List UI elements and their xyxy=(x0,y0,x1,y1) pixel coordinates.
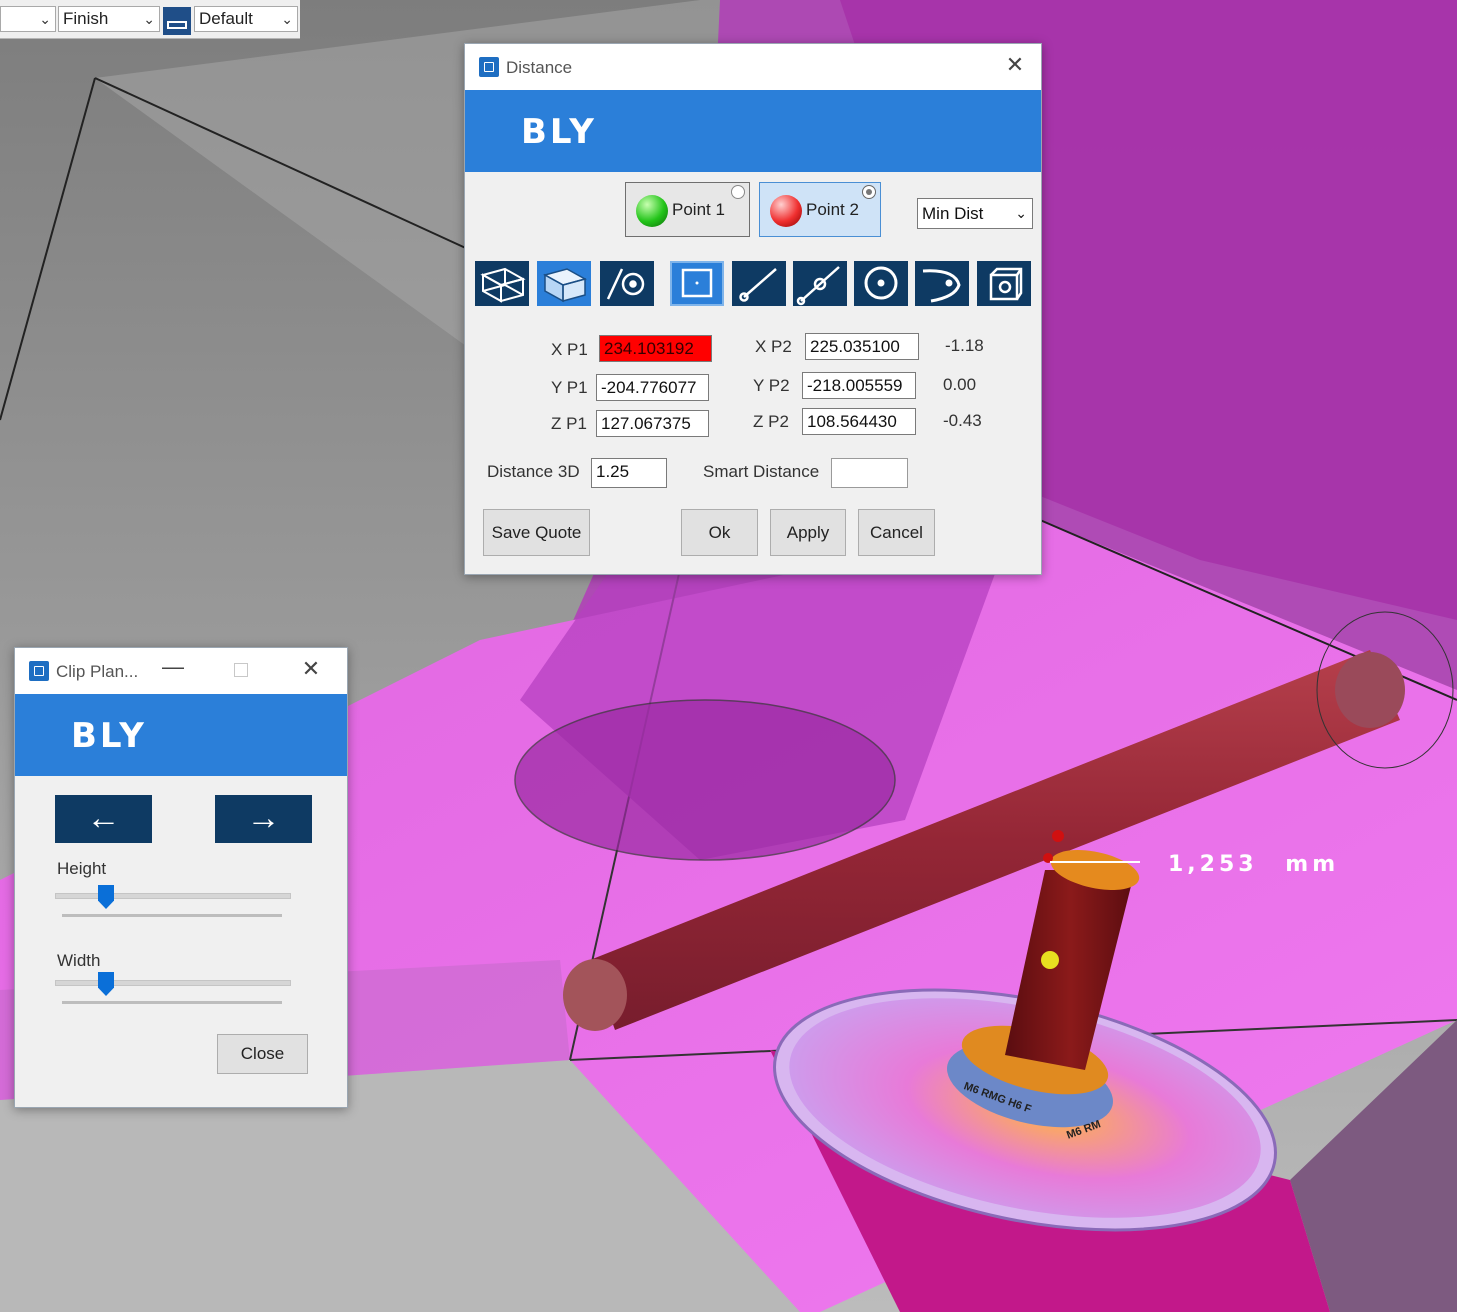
xp2-label: X P2 xyxy=(755,337,792,356)
point2-label: Point 2 xyxy=(806,200,859,219)
measurement-readout: 1,253 mm xyxy=(1168,852,1339,877)
point2-button[interactable]: Point 2 xyxy=(759,182,881,237)
view-combo-left[interactable]: ⌄ xyxy=(0,6,56,32)
chevron-down-icon: ⌄ xyxy=(1015,205,1027,221)
measurement-unit: mm xyxy=(1285,852,1340,877)
close-icon[interactable]: ✕ xyxy=(297,656,325,682)
zp2-label: Z P2 xyxy=(753,412,789,431)
xp1-label: X P1 xyxy=(551,340,588,359)
point2-radio[interactable] xyxy=(862,185,876,199)
maximize-icon[interactable] xyxy=(234,663,248,677)
finish-combo-value: Finish xyxy=(63,9,109,28)
height-slider-thumb[interactable] xyxy=(98,885,114,909)
app-icon xyxy=(29,661,49,681)
height-slider-ticks xyxy=(62,914,282,917)
top-toolbar: ⌄ Finish ⌄ Default ⌄ xyxy=(0,0,300,39)
measurement-value: 1,253 xyxy=(1168,852,1258,877)
zp1-label: Z P1 xyxy=(551,414,587,433)
width-label: Width xyxy=(57,951,101,970)
finish-combo[interactable]: Finish ⌄ xyxy=(58,6,160,32)
height-slider-track[interactable] xyxy=(55,893,291,899)
red-sphere-icon xyxy=(770,195,802,227)
yp1-field[interactable]: -204.776077 xyxy=(596,374,709,401)
bly-logo: BLY xyxy=(521,112,597,152)
layer-icon[interactable] xyxy=(163,7,191,35)
distance3d-label: Distance 3D xyxy=(487,462,580,481)
width-slider-track[interactable] xyxy=(55,980,291,986)
line-point-icon[interactable] xyxy=(793,261,847,306)
apply-button[interactable]: Apply xyxy=(770,509,846,556)
height-label: Height xyxy=(57,859,107,878)
arrow-right-icon[interactable]: → xyxy=(215,795,312,843)
bly-logo: BLY xyxy=(71,716,147,756)
green-sphere-icon xyxy=(636,195,668,227)
distance-dialog: Distance ✕ BLY Point 1 Point 2 Min Dist … xyxy=(464,43,1042,575)
plane-square-icon[interactable] xyxy=(670,261,724,306)
circle-center-icon[interactable] xyxy=(854,261,908,306)
arc-icon[interactable] xyxy=(915,261,969,306)
yp2-field[interactable]: -218.005559 xyxy=(802,372,916,399)
cube-hole-icon[interactable] xyxy=(977,261,1031,306)
line-circle-icon[interactable] xyxy=(600,261,654,306)
brand-banner: BLY xyxy=(465,90,1041,172)
mode-select-value: Min Dist xyxy=(922,204,984,223)
width-slider-ticks xyxy=(62,1001,282,1004)
point1-label: Point 1 xyxy=(672,200,725,219)
distance3d-field[interactable]: 1.25 xyxy=(591,458,667,488)
point1-button[interactable]: Point 1 xyxy=(625,182,750,237)
chevron-down-icon: ⌄ xyxy=(143,11,155,27)
wireframe-box-icon[interactable] xyxy=(475,261,529,306)
distance-titlebar[interactable]: Distance ✕ xyxy=(465,44,1041,90)
point1-radio[interactable] xyxy=(731,185,745,199)
window-title: Distance xyxy=(506,58,573,77)
chevron-down-icon: ⌄ xyxy=(39,11,51,27)
clip-plane-dialog: Clip Plan... — ✕ BLY ← → Height Width Cl… xyxy=(14,647,348,1108)
width-slider-thumb[interactable] xyxy=(98,972,114,996)
default-combo[interactable]: Default ⌄ xyxy=(194,6,298,32)
delta-x: -1.18 xyxy=(945,336,984,355)
arrow-left-icon[interactable]: ← xyxy=(55,795,152,843)
close-button[interactable]: Close xyxy=(217,1034,308,1074)
zp1-field[interactable]: 127.067375 xyxy=(596,410,709,437)
xp1-field[interactable]: 234.103192 xyxy=(599,335,712,362)
minimize-icon[interactable]: — xyxy=(161,654,185,680)
zp2-field[interactable]: 108.564430 xyxy=(802,408,916,435)
xp2-field[interactable]: 225.035100 xyxy=(805,333,919,360)
window-title: Clip Plan... xyxy=(56,662,139,681)
cancel-button[interactable]: Cancel xyxy=(858,509,935,556)
delta-z: -0.43 xyxy=(943,411,982,430)
app-icon xyxy=(479,57,499,77)
ok-button[interactable]: Ok xyxy=(681,509,758,556)
close-icon[interactable]: ✕ xyxy=(1001,52,1029,78)
brand-banner: BLY xyxy=(15,694,347,776)
line-icon[interactable] xyxy=(732,261,786,306)
mode-select[interactable]: Min Dist ⌄ xyxy=(917,198,1033,229)
chevron-down-icon: ⌄ xyxy=(281,11,293,27)
smart-distance-field[interactable] xyxy=(831,458,908,488)
yp1-label: Y P1 xyxy=(551,378,588,397)
default-combo-value: Default xyxy=(199,9,253,28)
solid-box-icon[interactable] xyxy=(537,261,591,306)
save-quote-button[interactable]: Save Quote xyxy=(483,509,590,556)
smart-distance-label: Smart Distance xyxy=(703,462,820,481)
delta-y: 0.00 xyxy=(943,375,977,394)
clip-titlebar[interactable]: Clip Plan... — ✕ xyxy=(15,648,347,694)
yp2-label: Y P2 xyxy=(753,376,790,395)
